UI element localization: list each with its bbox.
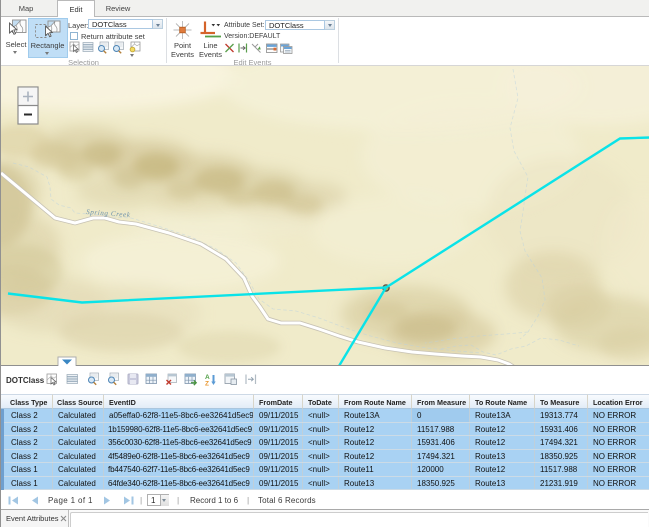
svg-text:Z: Z xyxy=(205,381,209,388)
